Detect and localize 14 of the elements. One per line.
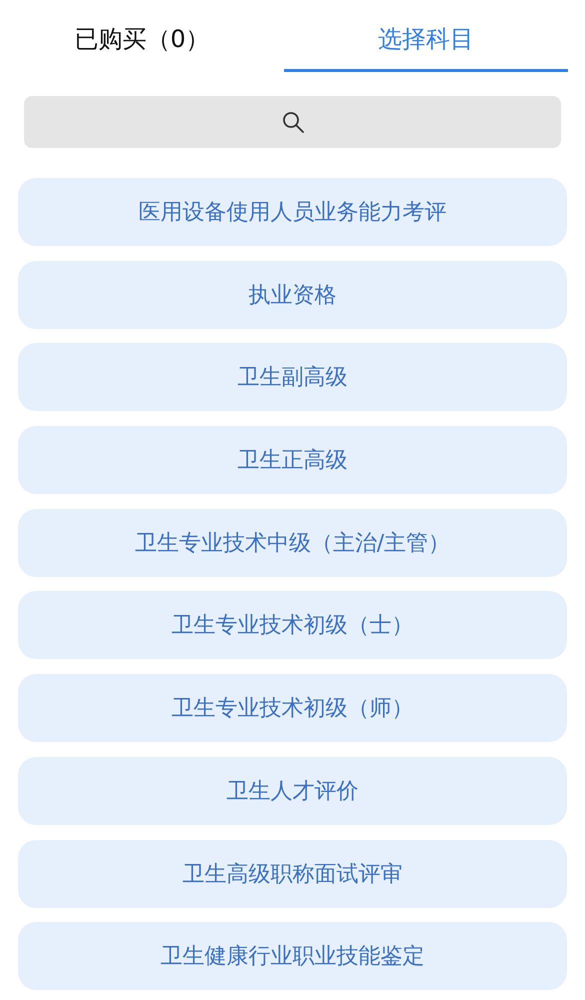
subject-item[interactable]: 卫生人才评价 [18,756,567,825]
tab[interactable]: 选择科目 [284,0,568,72]
subject-item[interactable]: 执业资格 [18,260,567,329]
subject-item[interactable]: 卫生高级职称面试评审 [18,840,567,908]
subject-item[interactable]: 医用设备使用人员业务能力考评 [18,178,567,246]
tab[interactable]: 已购买（0） [0,0,284,72]
subject-item[interactable]: 卫生专业技术中级（主治/主管） [18,508,567,577]
subject-item[interactable]: 卫生副高级 [18,343,567,412]
search-field[interactable] [24,96,561,148]
subject-item[interactable]: 卫生专业技术初级（士） [18,591,567,660]
search-icon [280,110,304,134]
subject-item[interactable]: 卫生正高级 [18,426,567,494]
subject-item[interactable]: 卫生健康行业职业技能鉴定 [18,922,567,990]
subject-item[interactable]: 卫生专业技术初级（师） [18,674,567,742]
